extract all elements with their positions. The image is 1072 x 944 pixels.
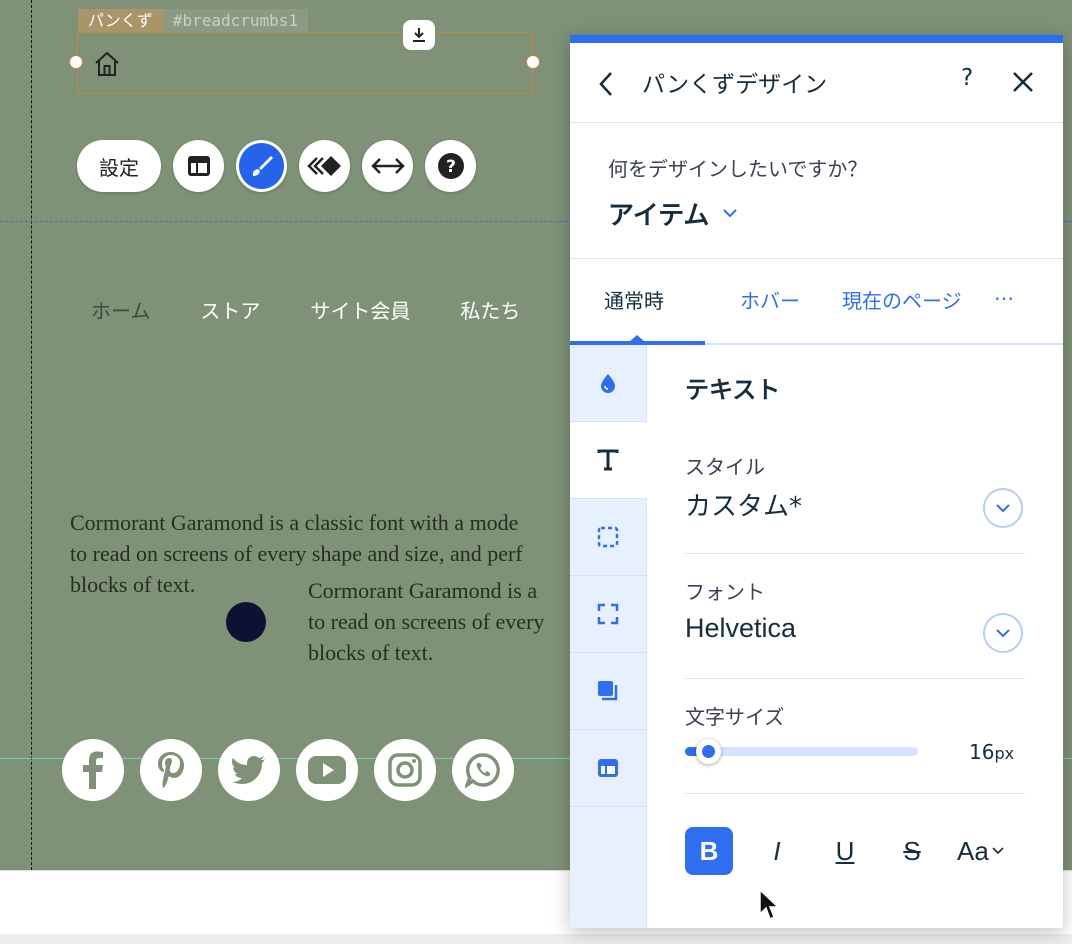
design-target-value: アイテム (608, 201, 710, 231)
element-type-label: パンくず (78, 9, 163, 32)
design-question: 何をデザインしたいですか？ (608, 157, 868, 181)
whatsapp-icon[interactable] (452, 739, 514, 801)
divider (685, 793, 1025, 794)
paragraph-line: Cormorant Garamond is a classic font wit… (70, 510, 519, 535)
tab-current-page[interactable]: 現在のページ (842, 285, 962, 314)
paragraph-line: blocks of text. (308, 640, 434, 665)
layout-icon[interactable] (173, 140, 224, 192)
vertical-guide (31, 0, 32, 870)
design-target-dropdown[interactable]: アイテム (608, 195, 738, 232)
style-dropdown-chevron-icon[interactable] (983, 488, 1023, 528)
chevron-down-icon (723, 209, 738, 218)
resize-handle-right[interactable] (526, 55, 540, 69)
design-brush-icon[interactable] (236, 140, 287, 192)
border-icon[interactable] (570, 499, 646, 576)
design-category-sidebar (570, 345, 647, 928)
element-tag: パンくず #breadcrumbs1 (78, 9, 309, 32)
font-size-number: 16 (969, 740, 995, 764)
breadcrumbs-selection-box[interactable] (77, 32, 533, 94)
chevron-down-icon (992, 847, 1004, 855)
tab-hover[interactable]: ホバー (740, 285, 800, 314)
layout-icon[interactable] (570, 730, 646, 807)
active-tab-caret (629, 335, 645, 342)
menu-item-members[interactable]: サイト会員 (310, 295, 410, 324)
more-tabs-button[interactable]: … (994, 281, 1015, 305)
italic-button[interactable]: I (753, 827, 801, 875)
element-id-label: #breadcrumbs1 (162, 9, 309, 32)
dark-circle-shape[interactable] (226, 602, 266, 642)
corners-icon[interactable] (570, 576, 646, 653)
download-icon[interactable] (403, 20, 435, 50)
resize-handle-left[interactable] (69, 55, 83, 69)
font-dropdown-chevron-icon[interactable] (983, 613, 1023, 653)
help-button[interactable]: ? (961, 65, 973, 91)
slider-handle[interactable] (696, 739, 722, 764)
menu-item-store[interactable]: ストア (200, 295, 260, 324)
text-format-row: B I U S Aa (685, 827, 1025, 875)
font-value[interactable]: Helvetica (685, 613, 796, 644)
menu-item-home[interactable]: ホーム (91, 295, 150, 324)
panel-title: パンくずデザイン (642, 72, 828, 98)
font-label: フォント (685, 580, 765, 604)
font-size-unit: px (994, 744, 1015, 763)
site-menu: ホーム ストア サイト会員 私たち (91, 295, 570, 324)
paragraph-line: to read on screens of every (308, 609, 545, 634)
twitter-icon[interactable] (218, 739, 280, 801)
fill-color-icon[interactable] (570, 345, 646, 422)
youtube-icon[interactable] (296, 739, 358, 801)
facebook-icon[interactable] (62, 739, 124, 801)
menu-item-about[interactable]: 私たち (460, 295, 520, 324)
bold-button[interactable]: B (685, 827, 733, 875)
strikethrough-button[interactable]: S (888, 827, 936, 875)
underline-button[interactable]: U (821, 827, 869, 875)
text-icon[interactable] (570, 422, 647, 499)
stretch-icon[interactable] (362, 140, 413, 192)
font-size-label: 文字サイズ (685, 705, 785, 729)
font-size-value[interactable]: 16px (969, 740, 1014, 764)
panel-header: パンくずデザイン ? (570, 43, 1063, 123)
paragraph-line: to read on screens of every shape and si… (70, 541, 523, 566)
back-arrow-icon[interactable] (598, 71, 614, 101)
shadow-icon[interactable] (570, 653, 646, 730)
tab-normal[interactable]: 通常時 (604, 285, 664, 314)
section-heading: テキスト (685, 376, 781, 404)
pinterest-icon[interactable] (140, 739, 202, 801)
instagram-icon[interactable] (374, 739, 436, 801)
home-icon[interactable] (93, 51, 121, 81)
text-case-label: Aa (957, 835, 989, 866)
settings-button[interactable]: 設定 (77, 140, 161, 192)
bottom-strip (0, 934, 1072, 944)
mouse-cursor-icon (758, 888, 780, 926)
svg-text:?: ? (446, 157, 456, 177)
state-tabs: 通常時 ホバー 現在のページ … (570, 259, 1063, 345)
divider (685, 678, 1025, 679)
help-icon[interactable]: ? (425, 140, 476, 192)
animation-icon[interactable] (299, 140, 350, 192)
close-icon[interactable] (1012, 71, 1034, 97)
breadcrumbs-design-panel: パンくずデザイン ? 何をデザインしたいですか？ アイテム 通常時 ホバー 現在… (570, 35, 1063, 928)
style-label: スタイル (685, 455, 765, 479)
text-case-dropdown[interactable]: Aa (957, 827, 1021, 875)
social-bar (62, 739, 514, 801)
divider (685, 553, 1025, 554)
style-value[interactable]: カスタム* (685, 486, 802, 523)
paragraph-text-2[interactable]: Cormorant Garamond is a to read on scree… (308, 575, 608, 668)
paragraph-line: Cormorant Garamond is a (308, 578, 538, 603)
floating-toolbar: 設定 ? (77, 140, 476, 192)
